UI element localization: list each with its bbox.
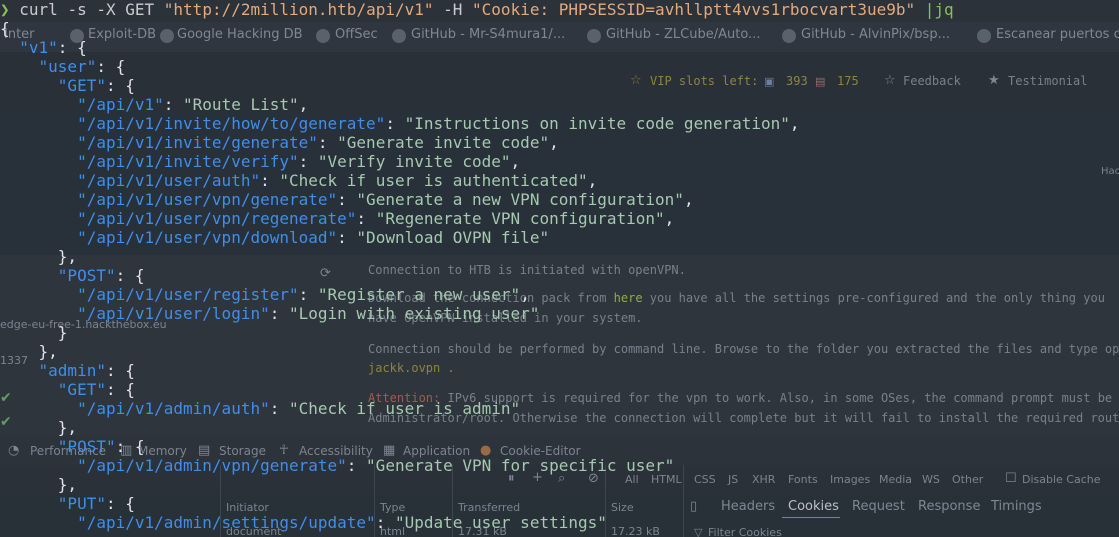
json-line: "v1": {: [19, 38, 87, 57]
route-path: "/api/v1/user/register": [77, 285, 299, 304]
route-description: "Route List": [183, 95, 299, 114]
json-key-put: "PUT": [57, 494, 106, 513]
route-path: "/api/v1/invite/how/to/generate": [77, 114, 386, 133]
json-route-line: "/api/v1/admin/vpn/generate": "Generate …: [77, 456, 675, 475]
json-route-line: "/api/v1/user/vpn/regenerate": "Regenera…: [77, 209, 675, 228]
command-cookie-header: "Cookie: PHPSESSID=avhllptt4vvs1rbocvart…: [472, 0, 916, 19]
json-key-post: "POST": [57, 266, 116, 285]
route-description: "Generate invite code": [337, 133, 550, 152]
route-description: "Generate a new VPN configuration": [356, 190, 684, 209]
route-path: "/api/v1": [77, 95, 164, 114]
json-route-line: "/api/v1/user/vpn/download": "Download O…: [77, 228, 550, 247]
json-line: },: [38, 342, 58, 361]
json-route-line: "/api/v1/user/auth": "Check if user is a…: [77, 171, 598, 190]
route-description: "Update user settings": [394, 513, 607, 532]
route-description: "Check if user is admin": [288, 399, 521, 418]
json-route-line: "/api/v1/user/vpn/generate": "Generate a…: [77, 190, 694, 209]
route-path: "/api/v1/user/login": [77, 304, 270, 323]
route-path: "/api/v1/user/vpn/regenerate": [77, 209, 357, 228]
route-path: "/api/v1/invite/generate": [77, 133, 318, 152]
json-route-line: "/api/v1/invite/generate": "Generate inv…: [77, 133, 559, 152]
json-route-line: "/api/v1/user/login": "Login with existi…: [77, 304, 540, 323]
command-url: "http://2million.htb/api/v1": [163, 0, 434, 19]
json-line: }: [57, 323, 68, 342]
json-line: },: [57, 475, 78, 494]
json-route-line: "/api/v1/invite/how/to/generate": "Instr…: [77, 114, 800, 133]
json-route-line: "/api/v1/admin/auth": "Check if user is …: [77, 399, 521, 418]
json-key-admin: "admin": [38, 361, 106, 380]
route-path: "/api/v1/admin/settings/update": [77, 513, 376, 532]
json-line: "admin": {: [38, 361, 135, 380]
json-line: "PUT": {: [57, 494, 135, 513]
json-key-post: "POST": [57, 437, 116, 456]
route-path: "/api/v1/user/auth": [77, 171, 261, 190]
route-description: "Instructions on invite code generation": [404, 114, 790, 133]
json-line: "POST": {: [57, 437, 145, 456]
route-path: "/api/v1/admin/vpn/generate": [77, 456, 347, 475]
route-path: "/api/v1/admin/auth": [77, 399, 270, 418]
json-key-get: "GET": [57, 380, 106, 399]
route-path: "/api/v1/user/vpn/generate": [77, 190, 338, 209]
json-line: "GET": {: [57, 76, 135, 95]
route-description: "Download OVPN file": [356, 228, 550, 247]
json-line: },: [57, 418, 78, 437]
route-description: "Check if user is authenticated": [279, 171, 588, 190]
json-route-line: "/api/v1/user/register": "Register a new…: [77, 285, 530, 304]
json-key-get: "GET": [57, 76, 106, 95]
route-description: "Regenerate VPN configuration": [375, 209, 665, 228]
route-description: "Login with existing user": [288, 304, 540, 323]
command-prefix: curl -s -X GET: [19, 0, 164, 19]
json-line: "user": {: [38, 57, 126, 76]
json-route-line: "/api/v1/admin/settings/update": "Update…: [77, 513, 607, 532]
command-header-flag: -H: [433, 0, 473, 19]
json-line: "POST": {: [57, 266, 145, 285]
json-route-line: "/api/v1/invite/verify": "Verify invite …: [77, 152, 521, 171]
json-line: {: [0, 19, 10, 38]
json-key-v1: "v1": [19, 38, 58, 57]
command-pipe-jq: |jq: [915, 0, 954, 19]
prompt-symbol: ❯: [0, 0, 10, 19]
route-path: "/api/v1/invite/verify": [77, 152, 299, 171]
route-path: "/api/v1/user/vpn/download": [77, 228, 338, 247]
json-route-line: "/api/v1": "Route List",: [77, 95, 309, 114]
command-line: ❯ curl -s -X GET "http://2million.htb/ap…: [0, 0, 954, 19]
json-key-user: "user": [38, 57, 97, 76]
terminal[interactable]: ❯ curl -s -X GET "http://2million.htb/ap…: [0, 0, 1119, 537]
route-description: "Generate VPN for specific user": [366, 456, 675, 475]
route-description: "Verify invite code": [317, 152, 511, 171]
json-line: },: [57, 247, 78, 266]
json-line: "GET": {: [57, 380, 135, 399]
route-description: "Register a new user": [317, 285, 521, 304]
